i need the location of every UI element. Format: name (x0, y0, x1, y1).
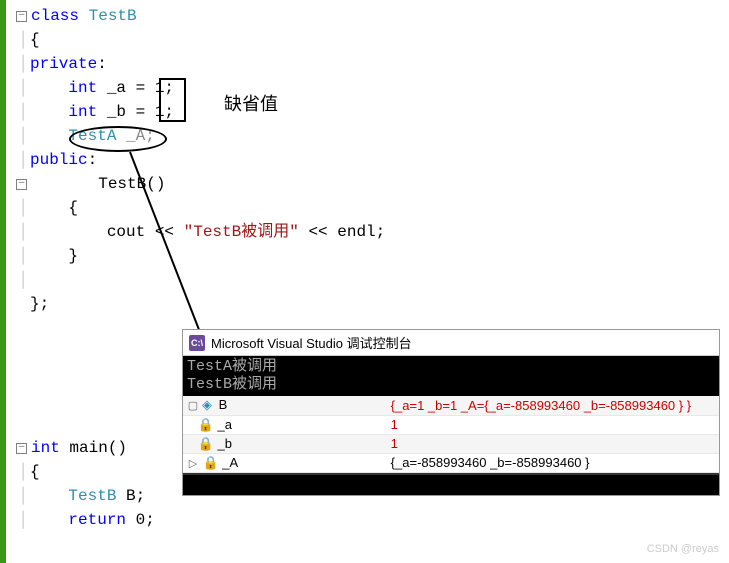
console-line: TestA被调用 (187, 358, 715, 376)
annotation-label: 缺省值 (224, 90, 278, 116)
console-output: TestA被调用 TestB被调用 (183, 356, 719, 396)
fold-icon[interactable]: − (16, 443, 27, 454)
code-line: − TestB() (16, 172, 729, 196)
var-value: {_a=-858993460 _b=-858993460 } (391, 455, 590, 470)
lock-icon: 🔒 (198, 417, 214, 433)
var-name: _b (217, 436, 231, 451)
code-line: −class TestB (16, 4, 729, 28)
fold-icon[interactable]: − (16, 11, 27, 22)
change-bar (0, 0, 6, 563)
lock-icon: 🔒 (198, 436, 214, 452)
code-line: │ { (16, 196, 729, 220)
console-footer (183, 473, 719, 495)
code-line: │ cout << "TestB被调用" << endl; (16, 220, 729, 244)
variable-icon: ◈ (199, 397, 215, 413)
table-row[interactable]: ▷ 🔒 _A {_a=-858993460 _b=-858993460 } (183, 453, 719, 472)
var-name: B (219, 397, 228, 412)
code-line: │ int _a = 1; (16, 76, 729, 100)
var-value: {_a=1 _b=1 _A={_a=-858993460 _b=-8589934… (391, 398, 691, 413)
console-title-text: Microsoft Visual Studio 调试控制台 (211, 333, 412, 352)
watermark: CSDN @reyas (647, 543, 719, 555)
fold-icon[interactable]: − (16, 179, 27, 190)
var-value: 1 (391, 417, 398, 432)
watch-table[interactable]: ▢◈ B {_a=1 _b=1 _A={_a=-858993460 _b=-85… (183, 396, 719, 473)
table-row[interactable]: 🔒 _b 1 (183, 434, 719, 453)
code-line: │{ (16, 28, 729, 52)
vs-icon: C:\ (189, 335, 205, 351)
lock-icon: 🔒 (203, 455, 219, 471)
var-value: 1 (391, 436, 398, 451)
debug-console-window: C:\ Microsoft Visual Studio 调试控制台 TestA被… (182, 329, 720, 496)
table-row[interactable]: ▢◈ B {_a=1 _b=1 _A={_a=-858993460 _b=-85… (183, 396, 719, 415)
console-titlebar[interactable]: C:\ Microsoft Visual Studio 调试控制台 (183, 330, 719, 356)
highlight-ellipse (69, 126, 167, 152)
code-line: }; (16, 292, 729, 316)
var-name: _a (217, 417, 231, 432)
expander-icon[interactable]: ▢ (187, 399, 199, 412)
code-line: │ int _b = 1; (16, 100, 729, 124)
code-line: │ } (16, 244, 729, 268)
highlight-rect (159, 78, 186, 122)
table-row[interactable]: 🔒 _a 1 (183, 415, 719, 434)
code-line: │ return 0; (16, 508, 729, 532)
console-line: TestB被调用 (187, 376, 715, 394)
expander-icon[interactable]: ▷ (187, 457, 199, 470)
code-line: │ (16, 268, 729, 292)
code-line: │private: (16, 52, 729, 76)
var-name: _A (222, 455, 238, 470)
